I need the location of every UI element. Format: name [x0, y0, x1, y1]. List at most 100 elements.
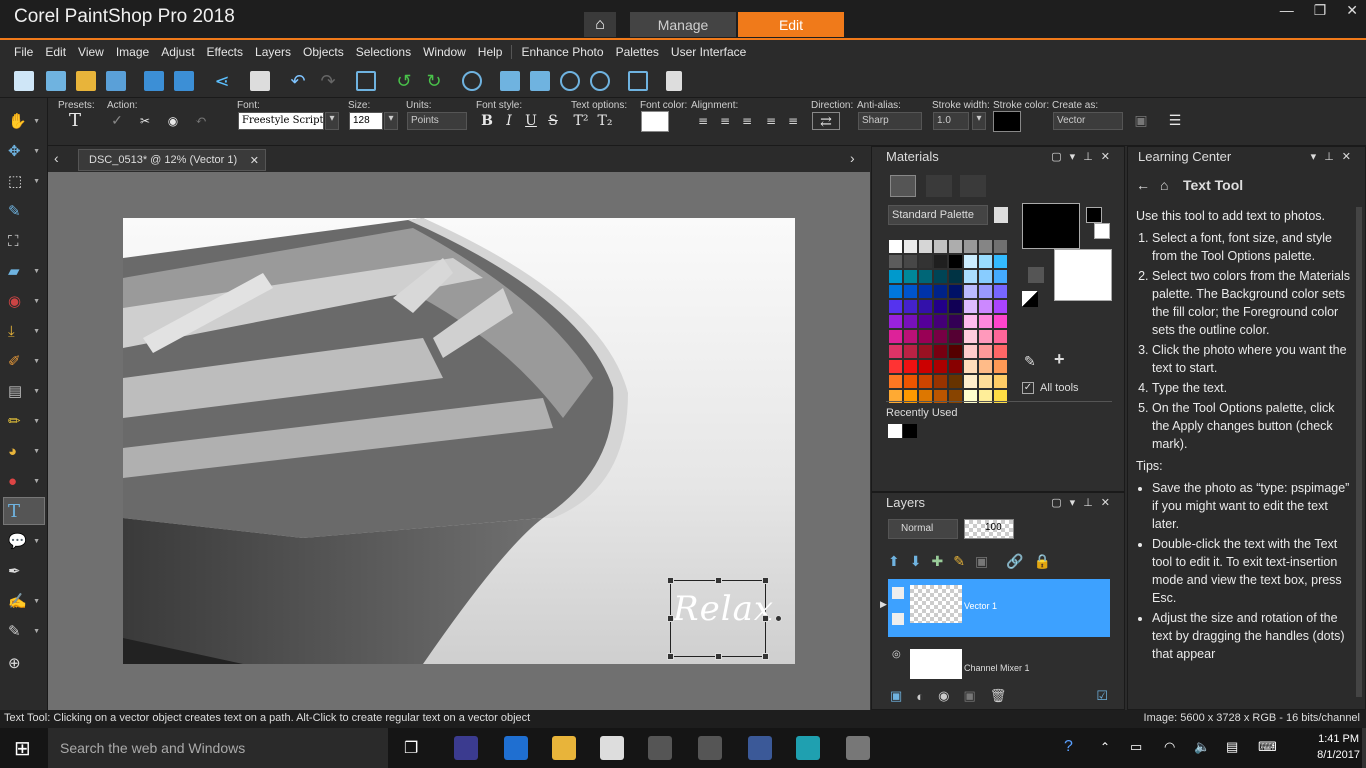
color-swatch[interactable]: [948, 299, 963, 314]
direction-select[interactable]: ⇄: [812, 112, 840, 130]
small-foreground-color[interactable]: [1086, 207, 1102, 223]
color-swatch[interactable]: [993, 269, 1008, 284]
color-swatch[interactable]: [978, 314, 993, 329]
color-swatch[interactable]: [963, 344, 978, 359]
duplicate-layer-icon[interactable]: ▣: [975, 553, 988, 570]
color-swatch[interactable]: [963, 284, 978, 299]
undo-action-icon[interactable]: ↶: [192, 112, 210, 130]
reset-colors-icon[interactable]: [1022, 291, 1038, 307]
zoom-out-icon[interactable]: [560, 71, 580, 91]
subscript-icon[interactable]: T₂: [596, 112, 614, 130]
resize-handle[interactable]: [667, 653, 674, 660]
background-color[interactable]: [1054, 249, 1112, 301]
stroke-width-input[interactable]: 1.0: [933, 112, 969, 130]
text-bounding-box[interactable]: Relax: [667, 577, 782, 660]
color-swatch[interactable]: [918, 344, 933, 359]
menu-help[interactable]: Help: [478, 45, 503, 59]
layer-row-vector-1[interactable]: ▶ Vector 1: [880, 579, 1110, 637]
color-swatch[interactable]: [903, 299, 918, 314]
facebook-app-icon[interactable]: [748, 736, 772, 760]
justify-icon[interactable]: ≡: [762, 112, 780, 130]
panel-controls[interactable]: ▢▾⊥✕: [1051, 150, 1118, 163]
home-icon[interactable]: ⌂: [1160, 177, 1168, 193]
chevron-right-icon[interactable]: ›: [850, 150, 855, 166]
color-swatch[interactable]: [888, 239, 903, 254]
close-tab-icon[interactable]: ✕: [250, 154, 259, 167]
gradient-tab-icon[interactable]: [926, 175, 952, 197]
help-icon[interactable]: ?: [1064, 738, 1073, 756]
menu-palettes[interactable]: Palettes: [616, 45, 659, 59]
create-as-select[interactable]: Vector: [1053, 112, 1123, 130]
pick-tool[interactable]: ✥ ▼: [4, 138, 44, 164]
layer-row-channel-mixer[interactable]: ◎ Channel Mixer 1: [888, 643, 1110, 679]
group-icon[interactable]: ▣: [964, 688, 976, 704]
color-swatch[interactable]: [978, 374, 993, 389]
apply-check-icon[interactable]: ✓: [108, 112, 126, 130]
color-swatch[interactable]: [918, 359, 933, 374]
antialias-select[interactable]: Sharp: [858, 112, 922, 130]
color-swatch[interactable]: [933, 314, 948, 329]
resize-handle[interactable]: [762, 577, 769, 584]
color-swatch[interactable]: [993, 374, 1008, 389]
menu-layers[interactable]: Layers: [255, 45, 291, 59]
zoom-in-icon[interactable]: [590, 71, 610, 91]
mask-icon[interactable]: ◉: [938, 688, 949, 704]
save-icon[interactable]: [144, 71, 164, 91]
units-select[interactable]: Points: [407, 112, 467, 130]
properties-icon[interactable]: ☑: [1096, 688, 1108, 704]
rotate-right-icon[interactable]: ↻: [424, 71, 444, 91]
color-swatch[interactable]: [978, 254, 993, 269]
stroke-width-dropdown[interactable]: ▾: [972, 112, 986, 130]
color-swatch[interactable]: [993, 239, 1008, 254]
color-swatch[interactable]: [963, 314, 978, 329]
color-swatch[interactable]: [963, 374, 978, 389]
edge-browser-icon[interactable]: [504, 736, 528, 760]
justify-all-icon[interactable]: ≡: [784, 112, 802, 130]
menu-user-interface[interactable]: User Interface: [671, 45, 746, 59]
print-icon[interactable]: [250, 71, 270, 91]
actual-size-icon[interactable]: [500, 71, 520, 91]
color-swatch[interactable]: [903, 269, 918, 284]
warp-brush-tool[interactable]: ✍ ▼: [4, 588, 44, 614]
swatches-tab-icon[interactable]: [890, 175, 916, 197]
menu-edit[interactable]: Edit: [45, 45, 66, 59]
color-swatch[interactable]: [978, 329, 993, 344]
palette-select[interactable]: Standard Palette: [888, 205, 988, 225]
color-swatch[interactable]: [948, 374, 963, 389]
foreground-color[interactable]: [1022, 203, 1080, 249]
undo-icon[interactable]: ↶: [288, 71, 308, 91]
eraser-tool[interactable]: ✏ ▼: [4, 408, 44, 434]
color-swatch[interactable]: [918, 314, 933, 329]
convert-icon[interactable]: ▣: [1132, 112, 1150, 130]
taskbar-search[interactable]: Search the web and Windows: [48, 728, 388, 768]
swap-colors-icon[interactable]: [1028, 267, 1044, 283]
wifi-icon[interactable]: ◠: [1164, 739, 1175, 755]
blend-mode-select[interactable]: Normal: [888, 519, 958, 539]
new-from-clipboard-icon[interactable]: [46, 71, 66, 91]
color-swatch[interactable]: [963, 359, 978, 374]
menu-effects[interactable]: Effects: [207, 45, 243, 59]
size-dropdown[interactable]: ▾: [384, 112, 398, 130]
windows-start-icon[interactable]: ⊞: [14, 736, 31, 761]
align-right-icon[interactable]: ≡: [738, 112, 756, 130]
color-swatch[interactable]: [903, 254, 918, 269]
photos-app-icon[interactable]: [846, 736, 870, 760]
color-swatch[interactable]: [888, 254, 903, 269]
color-swatch[interactable]: [948, 269, 963, 284]
adjust-tab-icon[interactable]: [960, 175, 986, 197]
color-swatch[interactable]: [978, 239, 993, 254]
resize-handle[interactable]: [762, 615, 769, 622]
color-swatch[interactable]: [978, 359, 993, 374]
lock-icon[interactable]: 🔒: [1034, 553, 1051, 570]
pan-tool[interactable]: ✋ ▼: [4, 108, 44, 134]
color-swatch[interactable]: [888, 314, 903, 329]
color-swatch[interactable]: [918, 239, 933, 254]
back-arrow-icon[interactable]: ←: [1136, 177, 1150, 193]
color-swatch[interactable]: [903, 329, 918, 344]
resize-handle[interactable]: [667, 577, 674, 584]
crop-tool[interactable]: ⛶: [4, 228, 44, 254]
palette-menu-icon[interactable]: [994, 207, 1008, 223]
color-swatch[interactable]: [993, 314, 1008, 329]
tab-manage[interactable]: Manage: [630, 12, 736, 37]
chevron-left-icon[interactable]: ‹: [54, 150, 59, 166]
